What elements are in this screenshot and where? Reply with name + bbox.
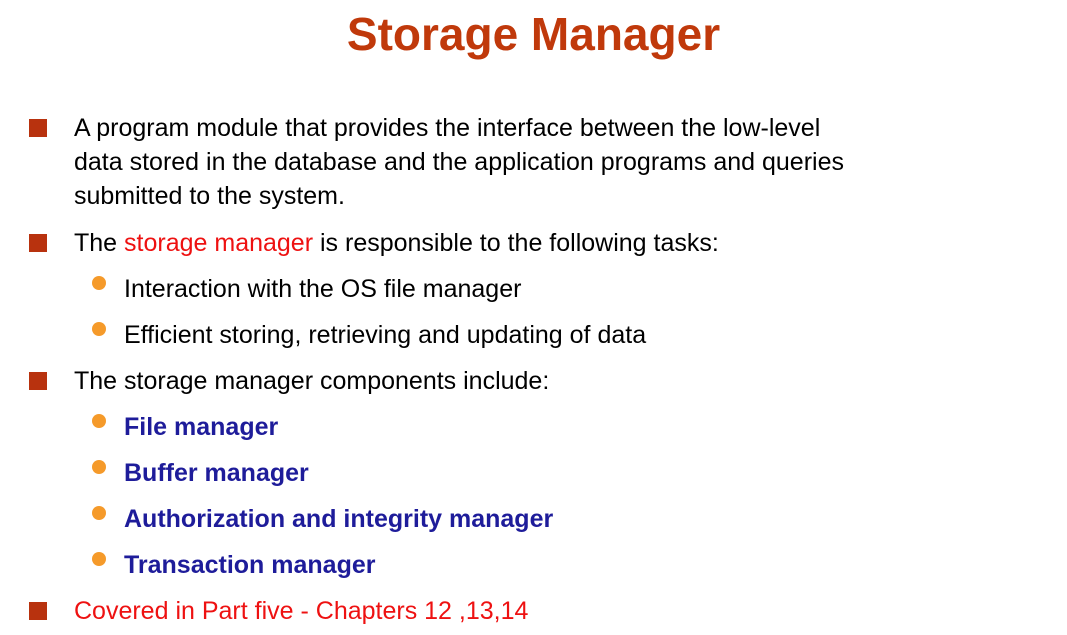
bullet-4-text: Covered in Part five - Chapters 12 ,13,1… (74, 597, 529, 625)
storage-manager-highlight: storage manager (124, 229, 314, 257)
bullet-1-line-3: submitted to the system. (74, 182, 345, 210)
component-transaction-manager: Transaction manager (124, 551, 376, 579)
round-bullet-icon (92, 552, 106, 566)
round-bullet-icon (92, 322, 106, 336)
round-bullet-icon (92, 414, 106, 428)
sub-bullet-efficient-storing: Efficient storing, retrieving and updati… (124, 321, 647, 349)
square-bullet-icon (29, 119, 47, 137)
bullet-3-text: The storage manager components include: (74, 367, 550, 395)
bullet-2-prefix: The (74, 229, 125, 257)
bullet-2-suffix: is responsible to the following tasks: (313, 229, 719, 257)
square-bullet-icon (29, 234, 47, 252)
component-authorization-integrity-manager: Authorization and integrity manager (124, 505, 554, 533)
round-bullet-icon (92, 460, 106, 474)
bullet-1-line-1: A program module that provides the inter… (74, 114, 821, 142)
square-bullet-icon (29, 372, 47, 390)
component-file-manager: File manager (124, 413, 279, 441)
component-buffer-manager: Buffer manager (124, 459, 309, 487)
sub-bullet-os-interaction: Interaction with the OS file manager (124, 275, 522, 303)
square-bullet-icon (29, 602, 47, 620)
round-bullet-icon (92, 276, 106, 290)
slide-title: Storage Manager (346, 8, 721, 60)
bullet-2-text: The storage manager is responsible to th… (74, 226, 719, 260)
bullet-1-line-2: data stored in the database and the appl… (74, 148, 844, 176)
round-bullet-icon (92, 506, 106, 520)
